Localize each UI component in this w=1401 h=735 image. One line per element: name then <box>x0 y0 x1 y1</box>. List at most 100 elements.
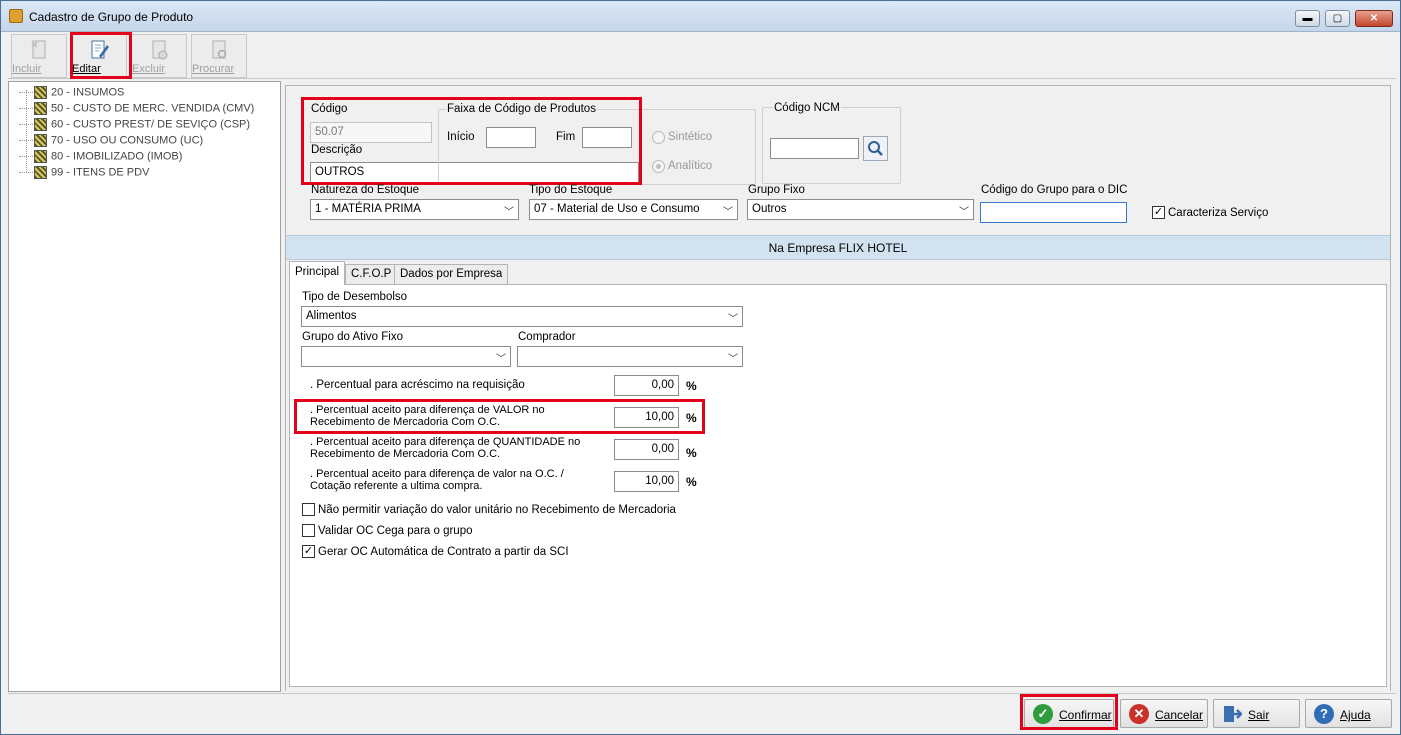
cancel-icon: ✕ <box>1129 704 1149 724</box>
analitico-radio[interactable] <box>652 160 665 173</box>
natureza-value: 1 - MATÉRIA PRIMA <box>315 203 421 215</box>
chevron-down-icon: ﹀ <box>728 314 738 325</box>
company-banner: Na Empresa FLIX HOTEL <box>286 235 1390 260</box>
caracteriza-label: Caracteriza Serviço <box>1168 207 1269 219</box>
maximize-button[interactable]: ▢ <box>1325 10 1350 27</box>
caracteriza-checkbox[interactable]: ✓ <box>1152 206 1165 219</box>
perc4-field[interactable]: 10,00 <box>614 471 679 492</box>
close-button[interactable]: ✕ <box>1355 10 1393 27</box>
natureza-select[interactable]: 1 - MATÉRIA PRIMA ﹀ <box>310 199 519 220</box>
tree-item[interactable]: 99 - ITENS DE PDV <box>19 166 149 182</box>
fim-label: Fim <box>556 131 576 143</box>
tab-cfop[interactable]: C.F.O.P <box>345 264 398 284</box>
tree-item[interactable]: 50 - CUSTO DE MERC. VENDIDA (CMV) <box>19 102 254 118</box>
chevron-down-icon: ﹀ <box>728 354 738 365</box>
ncm-field[interactable] <box>770 138 859 159</box>
grupo-fixo-select[interactable]: Outros ﹀ <box>747 199 974 220</box>
chevron-down-icon: ﹀ <box>496 354 506 365</box>
inicio-field[interactable] <box>486 127 536 148</box>
descricao-label: Descrição <box>311 144 363 156</box>
group-tree[interactable]: 20 - INSUMOS 50 - CUSTO DE MERC. VENDIDA… <box>8 81 281 692</box>
tree-item-label: 20 - INSUMOS <box>51 86 125 99</box>
dic-label: Código do Grupo para o DIC <box>981 184 1128 196</box>
tree-item[interactable]: 70 - USO OU CONSUMO (UC) <box>19 134 203 150</box>
perc1-label: . Percentual para acréscimo na requisiçã… <box>310 379 525 391</box>
editar-button[interactable]: Editar <box>71 34 127 78</box>
search-document-icon <box>212 40 227 59</box>
grupo-ativo-label: Grupo do Ativo Fixo <box>302 331 403 343</box>
tipo-estoque-select[interactable]: 07 - Material de Uso e Consumo ﹀ <box>529 199 738 220</box>
tree-item[interactable]: 80 - IMOBILIZADO (IMOB) <box>19 150 182 166</box>
sair-label: Sair <box>1248 708 1270 722</box>
excluir-button[interactable]: Excluir <box>131 34 187 78</box>
perc2-label-line1: . Percentual aceito para diferença de VA… <box>310 404 545 416</box>
cb-gerar-oc[interactable]: ✓ <box>302 545 315 558</box>
main-window: Cadastro de Grupo de Produto ▬ ▢ ✕ Inclu… <box>0 0 1401 735</box>
ncm-label: Código NCM <box>773 102 841 114</box>
tab-dados-empresa[interactable]: Dados por Empresa <box>394 264 509 284</box>
confirmar-label: Confirmar <box>1059 708 1112 722</box>
procurar-button[interactable]: Procurar <box>191 34 247 78</box>
perc2-field[interactable]: 10,00 <box>614 407 679 428</box>
help-icon: ? <box>1314 704 1334 724</box>
perc3-label-line2: Recebimento de Mercadoria Com O.C. <box>310 448 501 460</box>
sintetico-radio[interactable] <box>652 131 665 144</box>
chevron-down-icon: ﹀ <box>504 207 514 218</box>
inicio-label: Início <box>447 131 475 143</box>
perc4-symbol: % <box>686 475 697 489</box>
grupo-fixo-label: Grupo Fixo <box>748 184 805 196</box>
bottom-bar: ✓ Confirmar ✕ Cancelar Sair ? Ajuda <box>8 693 1396 731</box>
codigo-label: Código <box>311 103 348 115</box>
tree-item[interactable]: 60 - CUSTO PREST/ DE SEVIÇO (CSP) <box>19 118 250 134</box>
ajuda-label: Ajuda <box>1340 708 1371 722</box>
grupo-fixo-value: Outros <box>752 203 787 215</box>
perc1-symbol: % <box>686 379 697 393</box>
confirmar-button[interactable]: ✓ Confirmar <box>1024 699 1114 728</box>
tree-item-label: 70 - USO OU CONSUMO (UC) <box>51 134 204 147</box>
minimize-button[interactable]: ▬ <box>1295 10 1320 27</box>
cb-validar-oc[interactable] <box>302 524 315 537</box>
perc3-label-line1: . Percentual aceito para diferença de QU… <box>310 436 581 448</box>
group-icon <box>34 118 47 131</box>
group-icon <box>34 150 47 163</box>
app-icon <box>9 9 23 23</box>
exit-icon <box>1224 706 1242 722</box>
perc3-field[interactable]: 0,00 <box>614 439 679 460</box>
faixa-label: Faixa de Código de Produtos <box>446 103 597 115</box>
dic-field[interactable] <box>980 202 1127 223</box>
ajuda-button[interactable]: ? Ajuda <box>1305 699 1392 728</box>
new-document-icon <box>31 40 46 59</box>
perc2-symbol: % <box>686 411 697 425</box>
sair-button[interactable]: Sair <box>1213 699 1300 728</box>
delete-document-icon <box>152 40 168 60</box>
codigo-field[interactable]: 50.07 <box>310 122 432 143</box>
ncm-search-button[interactable] <box>863 136 888 161</box>
tipo-desembolso-select[interactable]: Alimentos ﹀ <box>301 306 743 327</box>
perc1-field[interactable]: 0,00 <box>614 375 679 396</box>
grupo-ativo-select[interactable]: ﹀ <box>301 346 511 367</box>
cancelar-button[interactable]: ✕ Cancelar <box>1120 699 1208 728</box>
comprador-select[interactable]: ﹀ <box>517 346 743 367</box>
tree-item-label: 99 - ITENS DE PDV <box>51 166 150 179</box>
cb-gerar-oc-label: Gerar OC Automática de Contrato a partir… <box>318 546 569 558</box>
tree-item[interactable]: 20 - INSUMOS <box>19 86 124 102</box>
chevron-down-icon: ﹀ <box>959 207 969 218</box>
tipo-estoque-value: 07 - Material de Uso e Consumo <box>534 203 700 215</box>
comprador-label: Comprador <box>518 331 576 343</box>
fim-field[interactable] <box>582 127 632 148</box>
tree-item-label: 50 - CUSTO DE MERC. VENDIDA (CMV) <box>51 102 255 115</box>
tipo-estoque-label: Tipo do Estoque <box>529 184 613 196</box>
tree-item-label: 60 - CUSTO PREST/ DE SEVIÇO (CSP) <box>51 118 251 131</box>
title-bar: Cadastro de Grupo de Produto ▬ ▢ ✕ <box>1 1 1400 32</box>
natureza-label: Natureza do Estoque <box>311 184 420 196</box>
edit-document-icon <box>91 40 109 59</box>
incluir-button[interactable]: Incluir <box>11 34 67 78</box>
cb-nao-permitir[interactable] <box>302 503 315 516</box>
tipo-desembolso-value: Alimentos <box>306 310 357 322</box>
cb-validar-oc-label: Validar OC Cega para o grupo <box>318 525 473 537</box>
perc4-label-line1: . Percentual aceito para diferença de va… <box>310 468 564 480</box>
search-icon <box>868 141 883 156</box>
cancelar-label: Cancelar <box>1155 708 1204 722</box>
tab-principal[interactable]: Principal <box>289 261 346 285</box>
perc4-label-line2: Cotação referente a ultima compra. <box>310 480 483 492</box>
